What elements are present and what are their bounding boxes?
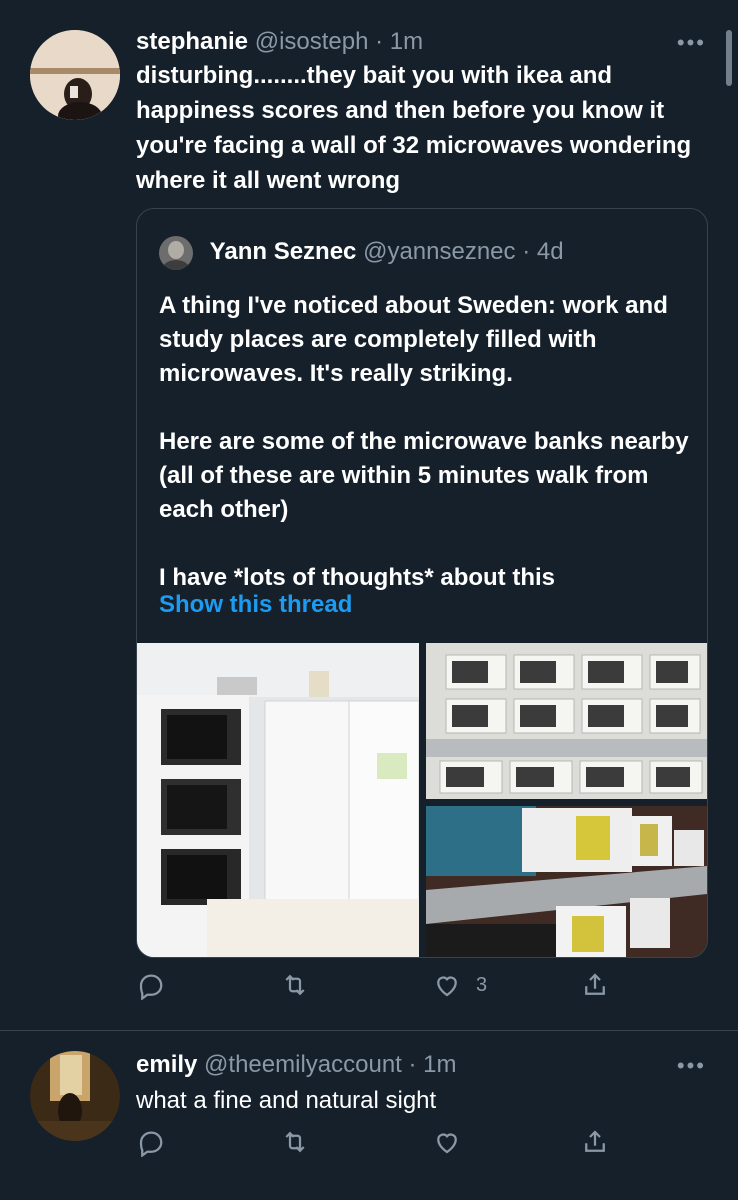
tweet-actions (136, 1127, 616, 1167)
avatar[interactable] (30, 1051, 120, 1141)
quoted-avatar[interactable] (159, 235, 193, 270)
quoted-timestamp: · 4d (522, 238, 564, 265)
quoted-handle: @yannseznec (363, 238, 516, 265)
tweet-header: stephanie @isosteph · 1m (136, 26, 423, 58)
media-grid[interactable] (137, 643, 707, 957)
tweet-emily[interactable]: emily @theemilyaccount · 1m ••• what a f… (0, 1031, 738, 1200)
quoted-header: Yann Seznec @yannseznec · 4d (159, 235, 564, 270)
reply-icon[interactable] (136, 970, 166, 1000)
share-icon[interactable] (580, 1127, 610, 1157)
share-icon[interactable] (580, 970, 610, 1000)
retweet-icon[interactable] (280, 1127, 310, 1157)
like-count: 3 (476, 973, 488, 996)
display-name[interactable]: emily (136, 1051, 197, 1078)
show-thread-link[interactable]: Show this thread (159, 591, 352, 619)
photo-microwave-row[interactable] (426, 806, 707, 957)
more-icon[interactable]: ••• (677, 1053, 706, 1079)
handle[interactable]: @theemilyaccount (204, 1051, 402, 1078)
avatar[interactable] (30, 30, 120, 120)
timestamp[interactable]: · 1m (375, 28, 423, 55)
retweet-icon[interactable] (280, 970, 310, 1000)
like-icon[interactable]: 3 (432, 970, 487, 1000)
like-icon[interactable] (432, 1127, 476, 1157)
reply-icon[interactable] (136, 1127, 166, 1157)
photo-kitchen-microwaves[interactable] (137, 643, 419, 957)
quoted-tweet[interactable]: Yann Seznec @yannseznec · 4d A thing I'v… (136, 208, 708, 958)
tweet-text: disturbing........they bait you with ike… (136, 62, 692, 194)
tweet-header: emily @theemilyaccount · 1m (136, 1049, 457, 1081)
display-name[interactable]: stephanie (136, 28, 248, 55)
tweet-stephanie[interactable]: stephanie @isosteph · 1m ••• disturbing.… (0, 0, 738, 1030)
photo-microwave-wall[interactable] (426, 643, 707, 799)
tweet-text: what a fine and natural sight (136, 1087, 437, 1114)
handle[interactable]: @isosteph (255, 28, 369, 55)
more-icon[interactable]: ••• (677, 30, 706, 56)
quoted-display-name: Yann Seznec (209, 238, 357, 265)
timestamp[interactable]: · 1m (409, 1051, 457, 1078)
tweet-actions: 3 (136, 970, 616, 1010)
quoted-text: A thing I've noticed about Sweden: work … (159, 292, 689, 591)
